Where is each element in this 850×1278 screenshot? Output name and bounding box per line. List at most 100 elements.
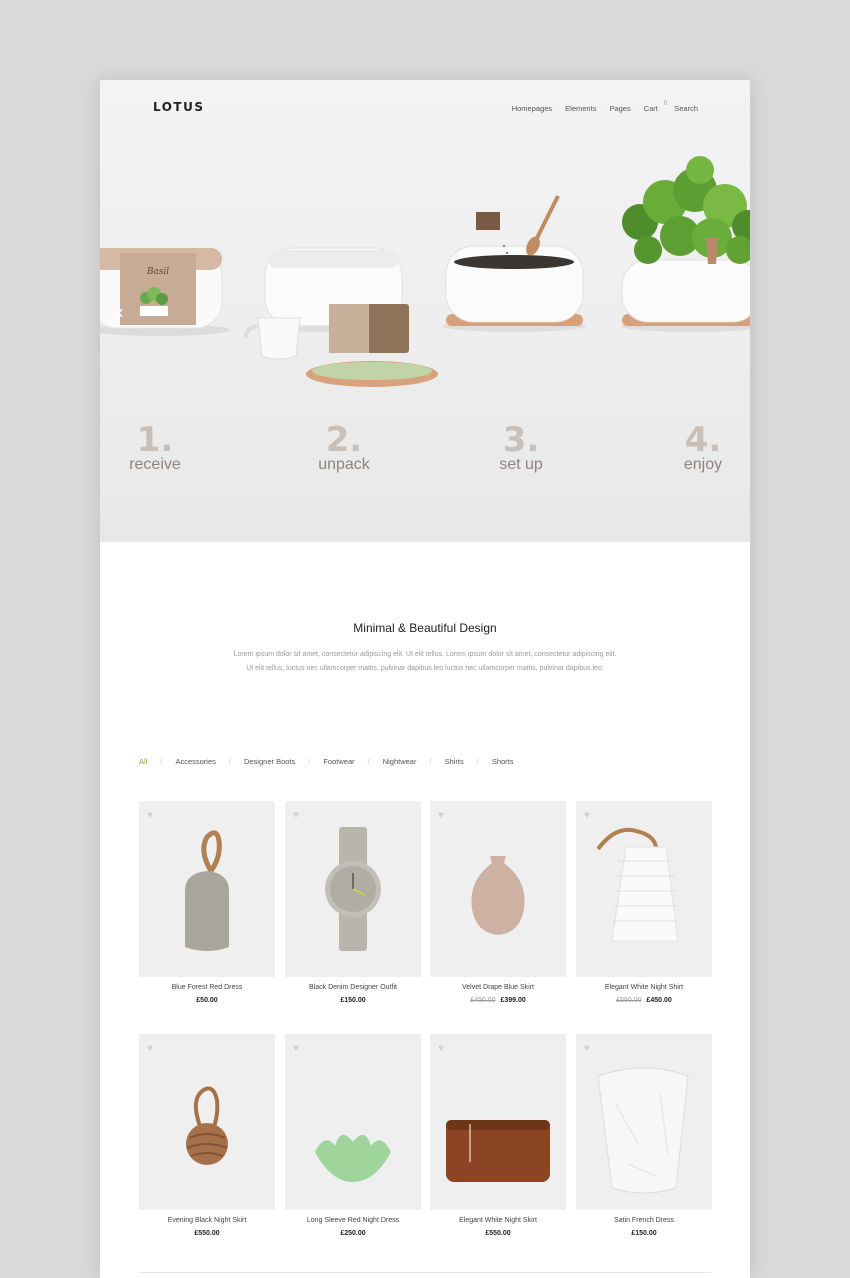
step-label: enjoy — [683, 456, 723, 473]
page: LOTUS Homepages Elements Pages Cart 0 Sea… — [100, 80, 750, 1278]
step-label: unpack — [318, 456, 370, 473]
product-card[interactable]: ♥ Long Sleeve Red Night Dress £250.00 — [285, 1034, 421, 1237]
section-description: Lorem ipsum dolor sit amet, consectetur … — [200, 648, 650, 676]
product-card[interactable]: ♥ Elegant White Night Skirt £550.00 — [430, 1034, 566, 1237]
heart-icon[interactable]: ♥ — [438, 810, 444, 821]
slider-prev-arrow[interactable]: ‹ — [116, 300, 124, 324]
product-name[interactable]: Velvet Drape Blue Skirt — [430, 984, 566, 991]
product-image[interactable]: ♥ — [139, 1034, 275, 1210]
product-card[interactable]: ♥ Velvet Drape Blue Skirt £450.00 £399.00 — [430, 801, 566, 1004]
product-name[interactable]: Long Sleeve Red Night Dress — [285, 1217, 421, 1224]
filter-accessories[interactable]: Accessories — [175, 757, 215, 766]
product-card[interactable]: ♥ Satin French Dress £150.00 — [576, 1034, 712, 1237]
product-image[interactable]: ♥ — [285, 801, 421, 977]
logo[interactable]: LOTUS — [153, 100, 205, 114]
product-name[interactable]: Satin French Dress — [576, 1217, 712, 1224]
filter-footwear[interactable]: Footwear — [323, 757, 354, 766]
cart-count-badge: 0 — [663, 101, 668, 107]
heart-icon[interactable]: ♥ — [438, 1043, 444, 1054]
product-image[interactable]: ♥ — [430, 1034, 566, 1210]
product-name[interactable]: Elegant White Night Skirt — [430, 1217, 566, 1224]
product-price: £550.00 — [139, 1230, 275, 1237]
product-name[interactable]: Evening Black Night Skirt — [139, 1217, 275, 1224]
product-image[interactable]: ♥ — [576, 801, 712, 977]
filter-shorts[interactable]: Shorts — [492, 757, 514, 766]
product-card[interactable]: ♥ Blue Forest Red Dress £50.00 — [139, 801, 275, 1004]
product-name[interactable]: Blue Forest Red Dress — [139, 984, 275, 991]
paper-bag-icon — [597, 1067, 689, 1194]
product-old-price: £450.00 — [470, 997, 496, 1004]
product-current-price: £150.00 — [631, 1230, 657, 1237]
product-name[interactable]: Black Denim Designer Outfit — [285, 984, 421, 991]
section-title: Minimal & Beautiful Design — [353, 621, 497, 635]
nav-pages[interactable]: Pages — [609, 104, 630, 113]
divider — [139, 1272, 711, 1273]
product-card[interactable]: ♥ Evening Black Night Skirt £550.00 — [139, 1034, 275, 1237]
product-current-price: £550.00 — [194, 1230, 220, 1237]
heart-icon[interactable]: ♥ — [147, 810, 153, 821]
filter-separator: / — [429, 757, 432, 766]
nav-homepages[interactable]: Homepages — [512, 104, 552, 113]
description-line-1: Lorem ipsum dolor sit amet, consectetur … — [233, 651, 617, 658]
rope-doorstop-icon — [185, 830, 229, 951]
watch-icon — [325, 827, 381, 951]
step-1: 1. receive — [110, 422, 200, 474]
step-number: 2. — [325, 420, 363, 460]
product-current-price: £450.00 — [646, 997, 672, 1004]
product-price: £550.00 — [430, 1230, 566, 1237]
step-label: receive — [129, 456, 181, 473]
product-image[interactable]: ♥ — [139, 801, 275, 977]
rope-knot-icon — [186, 1086, 228, 1165]
heart-icon[interactable]: ♥ — [293, 810, 299, 821]
filter-separator: / — [476, 757, 479, 766]
product-current-price: £150.00 — [340, 997, 366, 1004]
product-image[interactable]: ♥ — [576, 1034, 712, 1210]
step-number: 1. — [136, 420, 174, 460]
filter-separator: / — [308, 757, 311, 766]
slider-next-arrow[interactable]: › — [726, 300, 734, 324]
step-3: 3. set up — [476, 422, 566, 474]
product-card[interactable]: ♥ Elegant White Night Shirt £550.00 £450.… — [576, 801, 712, 1004]
heart-icon[interactable]: ♥ — [147, 1043, 153, 1054]
step-4: 4. enjoy — [658, 422, 748, 474]
product-price: £250.00 — [285, 1230, 421, 1237]
trowel — [534, 195, 560, 241]
step-2: 2. unpack — [299, 422, 389, 474]
product-price: £150.00 — [285, 997, 421, 1004]
vase-icon — [471, 856, 525, 935]
product-current-price: £550.00 — [485, 1230, 511, 1237]
product-name[interactable]: Elegant White Night Shirt — [576, 984, 712, 991]
main-nav: Homepages Elements Pages Cart 0 Search — [512, 101, 698, 113]
product-price: £50.00 — [139, 997, 275, 1004]
heart-icon[interactable]: ♥ — [293, 1043, 299, 1054]
nav-cart[interactable]: Cart 0 — [644, 101, 668, 113]
product-price: £150.00 — [576, 1230, 712, 1237]
product-image[interactable]: ♥ — [430, 801, 566, 977]
product-current-price: £50.00 — [196, 997, 218, 1004]
product-current-price: £399.00 — [500, 997, 526, 1004]
filter-all[interactable]: All — [139, 757, 147, 766]
filter-separator: / — [228, 757, 231, 766]
product-price: £450.00 £399.00 — [430, 997, 566, 1004]
product-image[interactable]: ♥ — [285, 1034, 421, 1210]
nav-elements[interactable]: Elements — [565, 104, 596, 113]
product-card[interactable]: ♥ Black Denim Designer Outfit £150.00 — [285, 801, 421, 1004]
filter-designer-boots[interactable]: Designer Boots — [244, 757, 295, 766]
step-label: set up — [499, 456, 543, 473]
lotus-bowl-icon — [315, 1134, 391, 1182]
seed-packet — [476, 212, 500, 230]
product-old-price: £550.00 — [616, 997, 642, 1004]
step-number: 3. — [502, 420, 540, 460]
lantern-icon — [596, 827, 679, 942]
step-number: 4. — [684, 420, 722, 460]
heart-icon[interactable]: ♥ — [584, 810, 590, 821]
nav-cart-label[interactable]: Cart — [644, 104, 658, 113]
filter-shirts[interactable]: Shirts — [445, 757, 464, 766]
basil-plant — [622, 156, 750, 264]
nav-search[interactable]: Search — [674, 104, 698, 113]
description-line-2: Ut elit tellus, luctus nec ullamcorper m… — [246, 665, 604, 672]
product-current-price: £250.00 — [340, 1230, 366, 1237]
heart-icon[interactable]: ♥ — [584, 1043, 590, 1054]
filter-nightwear[interactable]: Nightwear — [383, 757, 417, 766]
basil-label: Basil — [146, 267, 169, 277]
